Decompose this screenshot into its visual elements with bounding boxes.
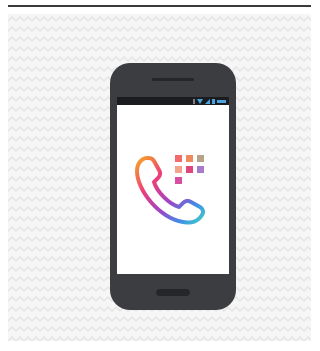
- phone-handset-with-keypad-icon[interactable]: [133, 152, 211, 228]
- keypad-dot: [175, 166, 182, 173]
- battery-icon: [212, 98, 215, 104]
- home-button: [156, 289, 190, 296]
- keypad-dot: [197, 166, 204, 173]
- smartphone: [110, 63, 236, 310]
- status-bar: [117, 97, 229, 105]
- clock-icon: [217, 99, 226, 103]
- top-divider: [8, 5, 311, 7]
- status-icons: [193, 98, 226, 104]
- keypad-dot: [186, 166, 193, 173]
- wifi-icon: [197, 98, 203, 104]
- keypad-dot: [197, 155, 204, 162]
- keypad-dot: [186, 155, 193, 162]
- phone-screen: [117, 97, 229, 274]
- earpiece-speaker: [152, 78, 194, 81]
- keypad-dot: [175, 177, 182, 184]
- keypad-dot: [175, 155, 182, 162]
- handset-outline: [135, 156, 206, 225]
- keypad-grid: [175, 155, 204, 184]
- signal-icon: [205, 98, 210, 104]
- page: [0, 0, 317, 351]
- bluetooth-icon: [193, 98, 195, 104]
